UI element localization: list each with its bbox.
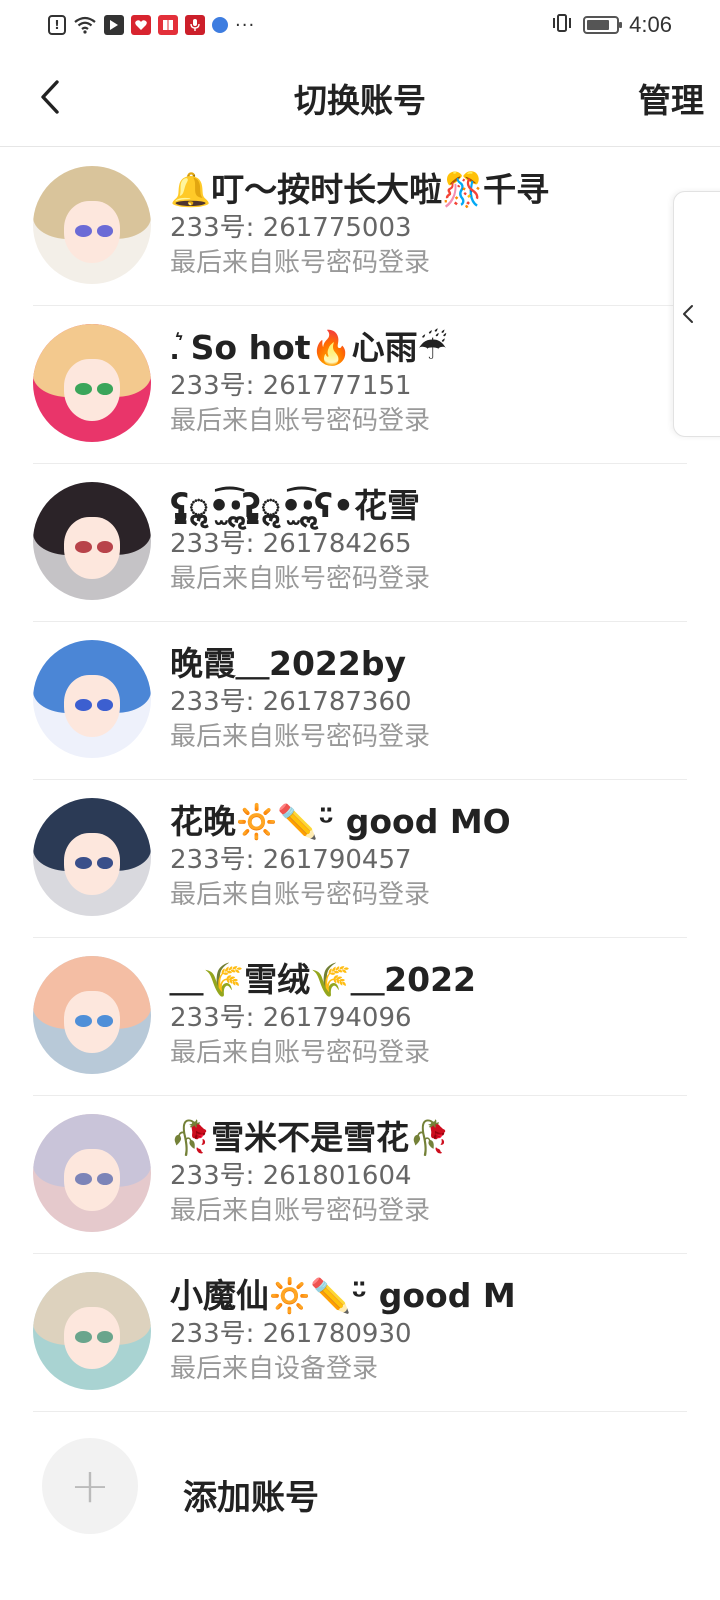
avatar (33, 324, 151, 442)
more-notifications-icon: ··· (235, 14, 256, 36)
notification-icons: ! ··· (48, 15, 255, 36)
account-name: 小魔仙🔆✏️ᵕ̈ good M (170, 1276, 516, 1315)
avatar (33, 956, 151, 1074)
last-login-method: 最后来自设备登录 (170, 1354, 379, 1384)
avatar (33, 1272, 151, 1390)
account-id: 233号: 261790457 (170, 845, 412, 875)
account-item[interactable]: 🥀雪米不是雪花🥀 233号: 261801604 最后来自账号密码登录 (33, 1096, 687, 1254)
account-id: 233号: 261801604 (170, 1161, 412, 1191)
side-drawer-handle[interactable] (673, 191, 720, 437)
battery-icon (583, 16, 623, 34)
last-login-method: 最后来自账号密码登录 (170, 564, 431, 594)
avatar (33, 482, 151, 600)
account-name: 晚霞＿2022by (170, 644, 406, 683)
account-item[interactable]: 晚霞＿2022by 233号: 261787360 最后来自账号密码登录 (33, 622, 687, 780)
account-id: 233号: 261780930 (170, 1319, 412, 1349)
account-item[interactable]: 小魔仙🔆✏️ᵕ̈ good M 233号: 261780930 最后来自设备登录 (33, 1254, 687, 1412)
last-login-method: 最后来自账号密码登录 (170, 1196, 431, 1226)
account-name: 🥀雪米不是雪花🥀 (170, 1118, 451, 1157)
add-account-label: 添加账号 (183, 1478, 319, 1518)
account-name: .͛ So hot🔥心雨☔ (170, 328, 448, 367)
account-item[interactable]: .͛ So hot🔥心雨☔ 233号: 261777151 最后来自账号密码登录 (33, 306, 687, 464)
account-list: 🔔叮～按时长大啦🎊千寻 233号: 261775003 最后来自账号密码登录 .… (0, 148, 720, 1412)
account-name: 花晚🔆✏️ᵕ̈ good MO (170, 802, 511, 841)
account-item[interactable]: 🔔叮～按时长大啦🎊千寻 233号: 261775003 最后来自账号密码登录 (33, 148, 687, 306)
clock: 4:06 (629, 12, 672, 37)
avatar (33, 798, 151, 916)
last-login-method: 最后来自账号密码登录 (170, 722, 431, 752)
last-login-method: 最后来自账号密码登录 (170, 248, 431, 278)
account-item[interactable]: ＿🌾雪绒🌾＿2022 233号: 261794096 最后来自账号密码登录 (33, 938, 687, 1096)
plus-icon: + (42, 1438, 138, 1534)
account-id: 233号: 261784265 (170, 529, 412, 559)
last-login-method: 最后来自账号密码登录 (170, 880, 431, 910)
last-login-method: 最后来自账号密码登录 (170, 1038, 431, 1068)
microphone-icon (185, 15, 205, 35)
chevron-left-icon (683, 305, 693, 323)
last-login-method: 最后来自账号密码登录 (170, 406, 431, 436)
app-notification-icon (212, 17, 228, 33)
app-notification-icon (131, 15, 151, 35)
account-id: 233号: 261787360 (170, 687, 412, 717)
account-name: ʕ̡̢̡ॢ•̫͡•ॢʔ̢̡̢ॢ•̫͡•ॢʕ•花雪 (170, 486, 420, 525)
avatar (33, 640, 151, 758)
account-id: 233号: 261775003 (170, 213, 412, 243)
account-id: 233号: 261777151 (170, 371, 412, 401)
account-item[interactable]: ʕ̡̢̡ॢ•̫͡•ॢʔ̢̡̢ॢ•̫͡•ॢʕ•花雪 233号: 261784265… (33, 464, 687, 622)
account-item[interactable]: 花晚🔆✏️ᵕ̈ good MO 233号: 261790457 最后来自账号密码… (33, 780, 687, 938)
page-title: 切换账号 (294, 81, 426, 120)
wifi-icon (73, 15, 97, 35)
app-notification-icon (104, 15, 124, 35)
add-account-button[interactable]: + 添加账号 (0, 1412, 720, 1562)
avatar (33, 166, 151, 284)
account-name: ＿🌾雪绒🌾＿2022 (170, 960, 477, 999)
app-notification-icon (158, 15, 178, 35)
header: 切换账号 管理 (0, 50, 720, 147)
manage-button[interactable]: 管理 (638, 74, 704, 122)
avatar (33, 1114, 151, 1232)
account-name: 🔔叮～按时长大啦🎊千寻 (170, 170, 550, 209)
vibrate-icon (551, 13, 573, 38)
account-id: 233号: 261794096 (170, 1003, 412, 1033)
status-bar: ! ··· 4:06 (0, 0, 720, 50)
alert-icon: ! (48, 15, 66, 35)
